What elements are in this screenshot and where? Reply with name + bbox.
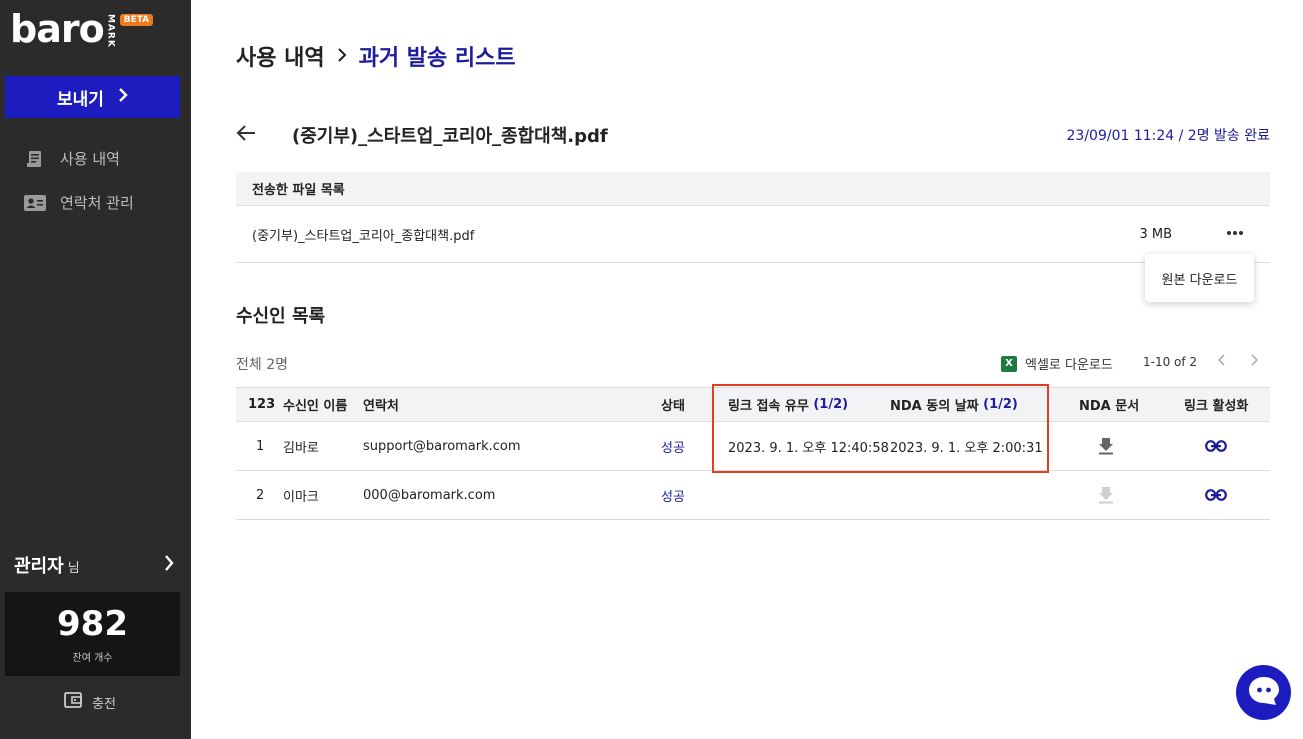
col-status: 상태 — [661, 399, 685, 414]
send-status: 23/09/01 11:24 / 2명 발송 완료 — [1066, 128, 1271, 144]
chevron-right-icon[interactable] — [1249, 352, 1259, 371]
account-menu[interactable]: 관리자 님 — [14, 552, 174, 578]
admin-suffix: 님 — [67, 561, 80, 576]
remaining-count-label: 잔여 개수 — [72, 652, 113, 664]
sidebar-item-label: 연락처 관리 — [60, 194, 134, 212]
admin-name-group: 관리자 님 — [14, 552, 80, 578]
excel-download-button[interactable]: X 엑셀로 다운로드 — [1001, 354, 1113, 373]
breadcrumb-parent[interactable]: 사용 내역 — [236, 40, 325, 72]
charge-button[interactable]: 충전 — [64, 692, 116, 712]
col-nda-date-count: (1/2) — [983, 397, 1018, 412]
row-num: 2 — [256, 487, 265, 503]
nda-agree-date: 2023. 9. 1. 오후 2:00:31 — [890, 440, 1043, 456]
recipient-name: 이마크 — [283, 489, 319, 505]
col-contact: 연락처 — [363, 399, 399, 414]
excel-icon: X — [1001, 355, 1017, 372]
status-badge[interactable]: 성공 — [661, 422, 685, 470]
col-nda-date: NDA 동의 날짜 (1/2) — [890, 388, 1018, 421]
sidebar-item-usage-history[interactable]: 사용 내역 — [24, 148, 120, 169]
back-arrow-icon[interactable] — [236, 123, 276, 148]
recipients-title: 수신인 목록 — [236, 306, 326, 327]
beta-badge: BETA — [119, 14, 154, 26]
table-row: 2 이마크 000@baromark.com 성공 — [236, 471, 1270, 520]
col-link-access-count: (1/2) — [813, 397, 849, 412]
file-name: (중기부)_스타트업_코리아_종합대책.pdf — [252, 228, 475, 244]
col-link-access: 링크 접속 유무 (1/2) — [728, 388, 848, 421]
remaining-count-box: 982 잔여 개수 — [5, 592, 180, 676]
document-icon — [24, 150, 46, 168]
logo-mark: MARK — [105, 14, 116, 48]
recipients-table-header: 123 수신인 이름 연락처 상태 링크 접속 유무 (1/2) NDA 동의 … — [236, 387, 1270, 422]
chevron-right-icon — [337, 44, 347, 68]
file-size: 3 MB — [1139, 226, 1172, 242]
status-badge[interactable]: 성공 — [661, 471, 685, 519]
more-options-icon[interactable] — [1226, 220, 1244, 241]
sidebar: baro MARK BETA 보내기 사용 내역 연락처 관리 관리자 님 982… — [0, 0, 191, 739]
col-link-access-label: 링크 접속 유무 — [728, 399, 809, 414]
recipient-contact: support@baromark.com — [363, 438, 521, 454]
table-row: (중기부)_스타트업_코리아_종합대책.pdf 3 MB — [236, 206, 1270, 263]
chevron-right-icon — [164, 555, 174, 575]
recipient-contact: 000@baromark.com — [363, 487, 496, 503]
row-num: 1 — [256, 438, 265, 454]
link-icon[interactable] — [1205, 471, 1227, 519]
breadcrumb-current: 과거 발송 리스트 — [358, 46, 516, 71]
link-access-time: 2023. 9. 1. 오후 12:40:58 — [728, 440, 889, 456]
menu-item-label: 원본 다운로드 — [1161, 272, 1238, 288]
remaining-count: 982 — [57, 603, 128, 644]
col-name: 수신인 이름 — [283, 399, 348, 414]
chat-support-button[interactable] — [1236, 665, 1291, 720]
files-table-title: 전송한 파일 목록 — [252, 183, 345, 198]
original-download-menu-item[interactable]: 원본 다운로드 — [1145, 254, 1254, 302]
send-button[interactable]: 보내기 — [5, 76, 180, 118]
logo-text: baro — [10, 7, 105, 51]
send-button-label: 보내기 — [57, 89, 104, 110]
charge-label: 충전 — [92, 696, 116, 712]
file-header: (중기부)_스타트업_코리아_종합대책.pdf 23/09/01 11:24 /… — [236, 118, 1270, 152]
files-table-header: 전송한 파일 목록 — [236, 172, 1270, 206]
chevron-left-icon[interactable] — [1217, 352, 1227, 371]
sidebar-item-label: 사용 내역 — [60, 150, 120, 168]
chat-bubble-icon — [1247, 675, 1281, 711]
col-link-active: 링크 활성화 — [1184, 399, 1249, 414]
chevron-right-icon — [118, 87, 128, 107]
pagination-info: 1-10 of 2 — [1143, 355, 1198, 369]
col-nda-date-label: NDA 동의 날짜 — [890, 399, 979, 414]
download-icon — [1098, 471, 1114, 519]
recipient-name: 김바로 — [283, 440, 319, 456]
recipients-total: 전체 2명 — [236, 357, 288, 373]
wallet-icon — [64, 692, 82, 712]
breadcrumb: 사용 내역 과거 발송 리스트 — [236, 40, 516, 72]
contact-card-icon — [24, 194, 46, 212]
download-icon[interactable] — [1098, 422, 1114, 470]
link-icon[interactable] — [1205, 422, 1227, 470]
excel-download-label: 엑셀로 다운로드 — [1025, 358, 1113, 373]
col-nda-doc: NDA 문서 — [1079, 399, 1140, 414]
sidebar-item-contacts[interactable]: 연락처 관리 — [24, 192, 134, 213]
admin-name: 관리자 — [14, 556, 64, 577]
file-title: (중기부)_스타트업_코리아_종합대책.pdf — [292, 126, 608, 147]
table-row: 1 김바로 support@baromark.com 성공 2023. 9. 1… — [236, 422, 1270, 471]
col-num: 123 — [248, 397, 276, 412]
logo[interactable]: baro MARK BETA — [10, 7, 154, 51]
